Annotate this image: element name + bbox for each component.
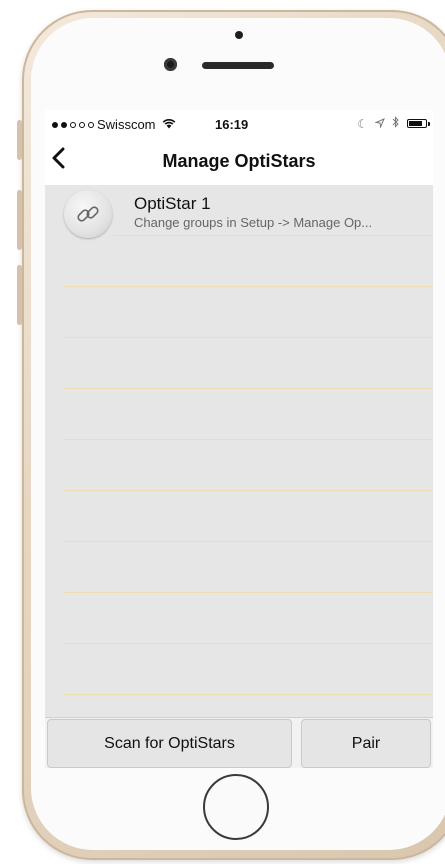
home-button[interactable]	[203, 774, 269, 840]
pair-button[interactable]: Pair	[301, 719, 431, 768]
list-separator	[63, 643, 433, 644]
device-subtitle: Change groups in Setup -> Manage Op...	[134, 215, 373, 230]
list-separator	[63, 286, 433, 287]
mute-switch	[17, 120, 22, 160]
device-name: OptiStar 1	[134, 194, 211, 213]
navigation-bar: Manage OptiStars	[45, 138, 433, 184]
battery-icon	[407, 119, 430, 128]
volume-up-button	[17, 190, 22, 250]
moon-icon: ☾	[357, 116, 368, 131]
signal-bar	[61, 121, 67, 128]
clock: 16:19	[215, 117, 249, 132]
page-title: Manage OptiStars	[162, 151, 316, 171]
wifi-icon	[162, 117, 176, 132]
carrier-info: Swisscom	[52, 117, 176, 132]
list-separator	[63, 694, 433, 695]
earpiece-speaker	[202, 62, 274, 69]
signal-bar	[79, 121, 85, 128]
volume-down-button	[17, 265, 22, 325]
list-separator	[63, 541, 433, 542]
list-separator	[63, 439, 433, 440]
device-list: OptiStar 1 Change groups in Setup -> Man…	[45, 185, 433, 717]
list-separator	[63, 592, 433, 593]
proximity-sensor	[235, 31, 243, 39]
signal-bar	[88, 121, 94, 128]
list-separator	[113, 235, 433, 236]
battery-tip	[428, 122, 430, 126]
signal-bar	[52, 121, 58, 128]
list-separator	[63, 490, 433, 491]
scan-button[interactable]: Scan for OptiStars	[47, 719, 292, 768]
list-separator	[63, 388, 433, 389]
app-screen: Swisscom 16:19 ☾ Manage OptiStars OptiSt…	[45, 110, 433, 768]
carrier-name: Swisscom	[97, 117, 156, 132]
status-icons: ☾	[357, 116, 430, 131]
link-icon	[64, 190, 112, 238]
list-separator	[63, 337, 433, 338]
signal-bar	[70, 121, 76, 128]
bluetooth-icon	[392, 116, 400, 131]
battery-level	[409, 121, 422, 126]
status-bar: Swisscom 16:19 ☾	[45, 110, 433, 138]
location-icon	[374, 117, 385, 131]
action-bar: Scan for OptiStars Pair	[45, 717, 433, 768]
list-item[interactable]: OptiStar 1 Change groups in Setup -> Man…	[45, 185, 433, 238]
front-camera	[164, 58, 177, 71]
